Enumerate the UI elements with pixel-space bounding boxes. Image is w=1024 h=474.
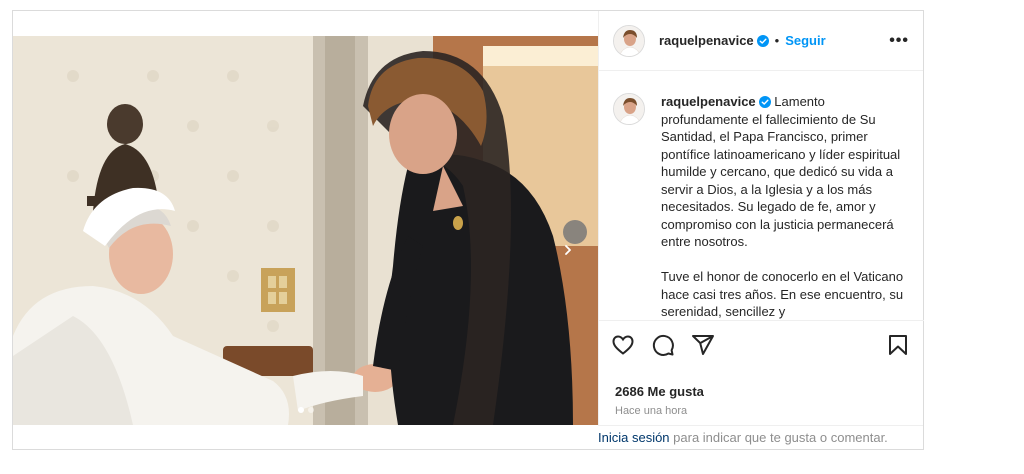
caption-body: Lamento profundamente el fallecimiento d… <box>661 94 901 249</box>
login-link[interactable]: Inicia sesión <box>598 430 670 445</box>
avatar-image <box>614 94 644 124</box>
share-icon[interactable] <box>691 333 715 357</box>
caption-paragraph: Tuve el honor de conocerlo en el Vatican… <box>661 269 904 319</box>
carousel-dots <box>13 407 598 413</box>
comment-icon[interactable] <box>651 333 675 357</box>
follow-button[interactable]: Seguir <box>785 33 825 48</box>
caption-area[interactable]: raquelpenavice Lamento profundamente el … <box>599 71 924 320</box>
bookmark-icon[interactable] <box>886 333 910 357</box>
instagram-post-embed: raquelpenavice • Seguir ••• raquelpenavi… <box>12 10 924 450</box>
post-photo[interactable] <box>13 11 598 425</box>
login-footer-text: para indicar que te gusta o comentar. <box>669 430 888 445</box>
login-footer: Inicia sesión para indicar que te gusta … <box>598 425 923 449</box>
photo-illustration <box>13 36 598 425</box>
likes-count[interactable]: 2686 Me gusta <box>615 384 704 399</box>
header-separator: • <box>774 33 780 48</box>
more-options-button[interactable]: ••• <box>889 32 909 50</box>
post-sidebar: raquelpenavice • Seguir ••• raquelpenavi… <box>598 11 924 425</box>
carousel-dot <box>297 407 304 413</box>
post-timestamp[interactable]: Hace una hora <box>615 405 687 417</box>
post-actions: 2686 Me gusta Hace una hora <box>599 320 924 425</box>
avatar[interactable] <box>613 93 645 125</box>
carousel-dot <box>307 407 314 413</box>
next-image-button[interactable] <box>563 220 587 255</box>
post-header: raquelpenavice • Seguir ••• <box>599 11 923 71</box>
avatar[interactable] <box>613 24 645 57</box>
verified-badge-icon <box>758 96 771 108</box>
caption-username[interactable]: raquelpenavice <box>661 94 756 109</box>
heart-icon[interactable] <box>611 333 635 357</box>
avatar-image <box>614 25 644 56</box>
username[interactable]: raquelpenavice <box>659 33 754 48</box>
verified-badge-icon <box>756 34 769 47</box>
caption-paragraph: raquelpenavice Lamento profundamente el … <box>661 93 910 251</box>
caption-text: raquelpenavice Lamento profundamente el … <box>661 93 910 320</box>
chevron-right-icon <box>565 245 571 255</box>
